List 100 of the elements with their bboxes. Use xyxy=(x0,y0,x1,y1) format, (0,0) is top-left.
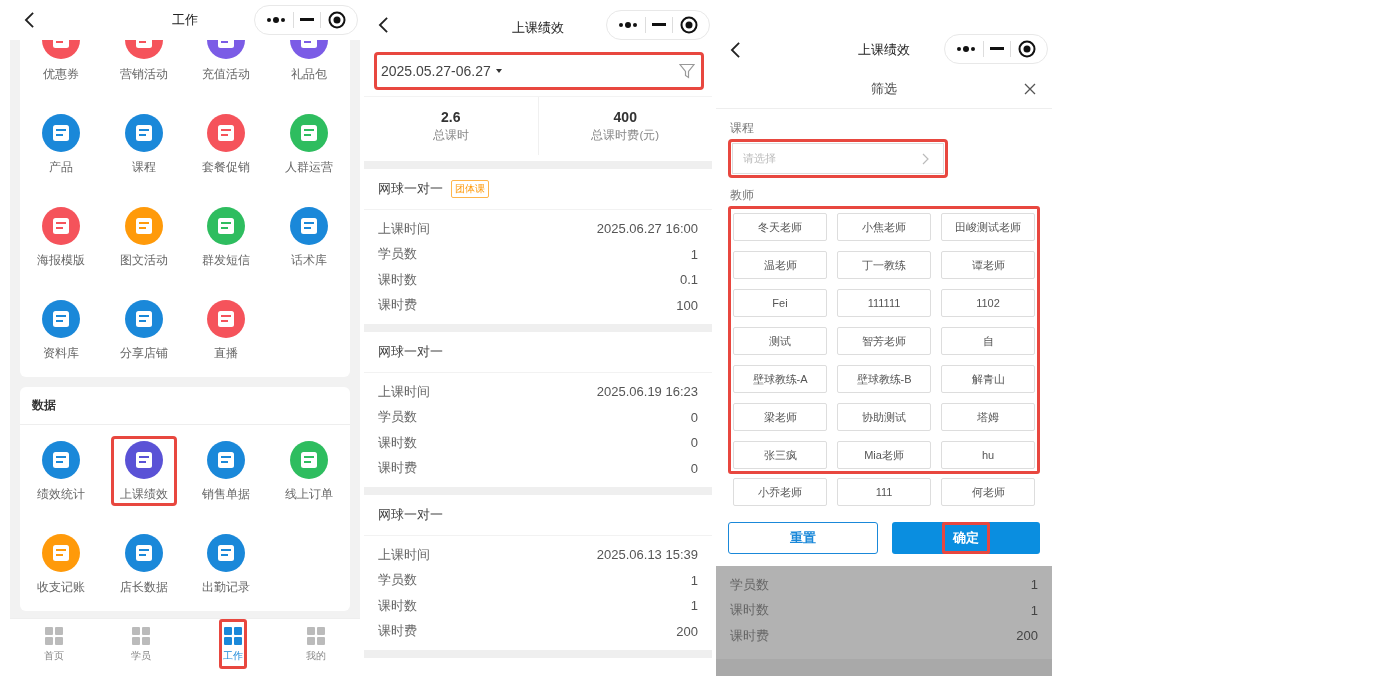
teacher-option[interactable]: 智芳老师 xyxy=(837,327,931,355)
app-shortcut[interactable]: 分享店铺 xyxy=(110,284,177,377)
field-label: 课时数 xyxy=(378,596,417,615)
teacher-option[interactable]: 田峻测试老师 xyxy=(941,213,1035,241)
app-shortcut[interactable]: 收支记账 xyxy=(28,518,95,611)
close-icon[interactable] xyxy=(1024,83,1036,95)
teacher-option[interactable]: 协助测试 xyxy=(837,403,931,431)
field-value: 1 xyxy=(1030,602,1038,618)
app-shortcut[interactable]: 人群运营 xyxy=(275,98,342,191)
field-value: 100 xyxy=(676,297,698,313)
field-value: 0 xyxy=(690,409,698,425)
field-label: 课时数 xyxy=(730,601,769,620)
teacher-option[interactable]: Mia老师 xyxy=(837,441,931,469)
teacher-option[interactable]: 梁老师 xyxy=(733,403,827,431)
course-name: 网球一对一 xyxy=(378,180,443,198)
teacher-option[interactable]: 小乔老师 xyxy=(733,478,827,506)
teacher-option[interactable]: 测试 xyxy=(733,327,827,355)
teacher-option[interactable]: 谭老师 xyxy=(941,251,1035,279)
close-circle-icon[interactable] xyxy=(679,16,698,34)
field-label: 学员数 xyxy=(378,571,417,590)
app-shortcut[interactable]: 营销活动 xyxy=(110,40,177,98)
minimize-icon[interactable] xyxy=(651,23,666,27)
app-shortcut[interactable]: 上课绩效 xyxy=(110,436,177,506)
teacher-option[interactable]: 1102 xyxy=(941,289,1035,317)
app-shortcut[interactable]: 图文活动 xyxy=(110,191,177,284)
teacher-option[interactable]: 丁一教练 xyxy=(837,251,931,279)
more-icon[interactable] xyxy=(266,16,287,24)
course-tag: 团体课 xyxy=(451,180,489,198)
course-name: 网球一对一 xyxy=(378,506,443,524)
sheet-title: 筛选 xyxy=(871,80,897,98)
field-value: 0 xyxy=(690,435,698,451)
teacher-option[interactable]: 张三疯 xyxy=(733,441,827,469)
app-shortcut[interactable]: 销售单据 xyxy=(193,425,260,518)
app-shortcut[interactable]: 群发短信 xyxy=(193,191,260,284)
confirm-button[interactable]: 确定 xyxy=(892,522,1040,554)
app-shortcut[interactable]: 店长数据 xyxy=(110,518,177,611)
teacher-option[interactable]: 壁球教练-B xyxy=(837,365,931,393)
app-shortcut[interactable]: 海报模版 xyxy=(28,191,95,284)
teacher-option[interactable]: 解青山 xyxy=(941,365,1035,393)
field-value: 1 xyxy=(690,598,698,614)
app-shortcut[interactable]: 产品 xyxy=(28,98,95,191)
field-label: 教师 xyxy=(730,188,755,203)
stat-value: 400 xyxy=(613,109,637,125)
tab-icon xyxy=(222,625,243,646)
app-shortcut[interactable]: 话术库 xyxy=(275,191,342,284)
minimize-icon[interactable] xyxy=(299,18,314,22)
teacher-option[interactable]: 何老师 xyxy=(941,478,1035,506)
tab-icon xyxy=(306,625,327,646)
teacher-option[interactable]: 111 xyxy=(837,478,931,506)
tab-icon xyxy=(43,625,64,646)
more-icon[interactable] xyxy=(956,45,977,53)
tab-item[interactable]: 工作 xyxy=(219,619,247,669)
app-shortcut[interactable]: 优惠券 xyxy=(28,40,95,98)
back-icon[interactable] xyxy=(24,11,35,29)
back-icon[interactable] xyxy=(378,16,389,34)
teacher-option[interactable]: 塔姆 xyxy=(941,403,1035,431)
page-title: 上课绩效 xyxy=(512,19,564,37)
page-title: 工作 xyxy=(172,11,198,29)
app-shortcut[interactable]: 充值活动 xyxy=(193,40,260,98)
tab-icon xyxy=(131,625,152,646)
field-label: 上课时间 xyxy=(378,382,430,401)
teacher-option[interactable]: 111111 xyxy=(837,289,931,317)
tab-item[interactable]: 首页 xyxy=(40,619,68,669)
date-range-dropdown[interactable]: 2025.05.27-06.27 xyxy=(381,63,502,79)
app-shortcut[interactable]: 出勤记录 xyxy=(193,518,260,611)
close-circle-icon[interactable] xyxy=(1017,40,1036,58)
teacher-option[interactable]: 温老师 xyxy=(733,251,827,279)
stat-label: 总课时 xyxy=(432,128,469,143)
app-shortcut[interactable]: 资料库 xyxy=(28,284,95,377)
app-shortcut[interactable]: 套餐促销 xyxy=(193,98,260,191)
minimize-icon[interactable] xyxy=(989,47,1004,51)
filter-icon[interactable] xyxy=(679,63,695,79)
field-value: 200 xyxy=(676,623,698,639)
field-value: 2025.06.13 15:39 xyxy=(596,547,698,563)
tab-item[interactable]: 学员 xyxy=(127,619,155,669)
field-value: 1 xyxy=(690,572,698,588)
field-label: 课时费 xyxy=(730,626,769,645)
reset-button[interactable]: 重置 xyxy=(728,522,878,554)
close-circle-icon[interactable] xyxy=(327,11,346,29)
back-icon[interactable] xyxy=(730,41,741,59)
more-icon[interactable] xyxy=(618,21,639,29)
teacher-option[interactable]: hu xyxy=(941,441,1035,469)
app-shortcut[interactable]: 绩效统计 xyxy=(28,425,95,518)
app-shortcut[interactable]: 直播 xyxy=(193,284,260,377)
tab-item[interactable]: 我的 xyxy=(302,619,330,669)
app-shortcut[interactable]: 课程 xyxy=(110,98,177,191)
course-name: 网球一对一 xyxy=(378,343,443,361)
teacher-option[interactable]: 壁球教练-A xyxy=(733,365,827,393)
teacher-option[interactable]: Fei xyxy=(733,289,827,317)
field-label: 课程 xyxy=(730,121,755,136)
field-label: 课时数 xyxy=(378,433,417,452)
page-title: 上课绩效 xyxy=(858,41,910,59)
teacher-option[interactable]: 自 xyxy=(941,327,1035,355)
stat-value: 2.6 xyxy=(441,109,461,125)
field-label: 课时费 xyxy=(378,459,417,478)
app-shortcut[interactable]: 礼品包 xyxy=(275,40,342,98)
teacher-option[interactable]: 小焦老师 xyxy=(837,213,931,241)
teacher-option[interactable]: 冬天老师 xyxy=(733,213,827,241)
field-label: 学员数 xyxy=(730,575,769,594)
app-shortcut[interactable]: 线上订单 xyxy=(275,425,342,518)
